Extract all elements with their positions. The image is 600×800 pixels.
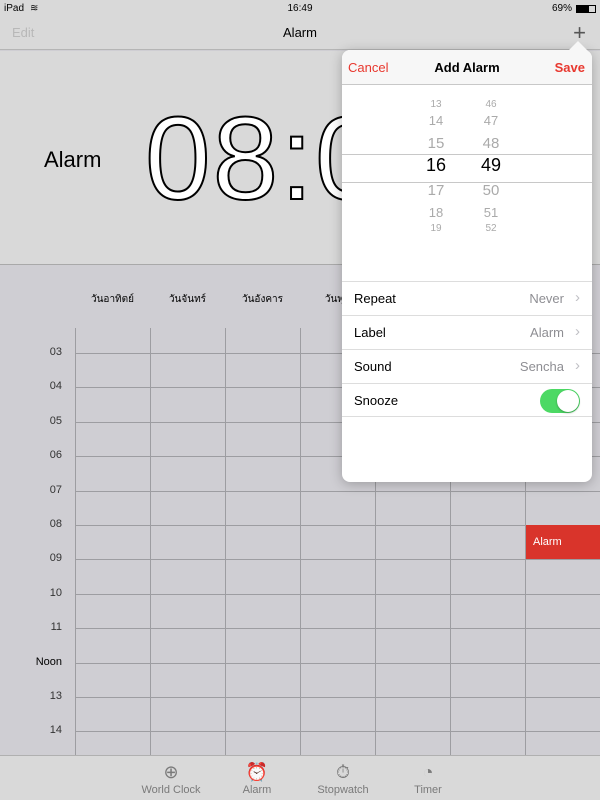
add-alarm-popover: Cancel Add Alarm Save 13 14 15 16 17 18 19 46 4… [342,41,592,482]
timer-icon: ◔ [422,762,434,782]
picker-value: 13 [430,99,442,110]
hour-line [75,559,600,561]
chevron-right-icon: › [575,357,580,374]
page-title: Alarm [283,25,317,40]
snooze-row: Snooze [342,383,592,417]
status-bar: iPad ≋ 16:49 69% [0,0,600,18]
tab-alarm[interactable]: ⏰ Alarm [217,760,297,796]
chevron-right-icon: › [575,289,580,306]
hour-line [75,490,600,492]
picker-value: 17 [427,182,445,199]
hour-line [75,593,600,595]
alarm-label: Alarm [44,147,102,172]
picker-value: 52 [485,223,497,234]
tab-label: World Clock [141,784,201,796]
label-row[interactable]: Label Alarm › [342,315,592,349]
picker-value: 15 [427,135,445,152]
hour-label: 13 [49,690,62,702]
tab-world-clock[interactable]: ⊕ World Clock [131,760,211,796]
day-header: วันจันทร์ [168,294,207,305]
globe-icon: ⊕ [163,762,179,782]
day-column-line [75,328,76,755]
hour-label: 03 [49,346,62,358]
tab-bar: ⊕ World Clock ⏰ Alarm ⏱ Stopwatch ◔ Timer [0,755,600,800]
day-header: วันอาทิตย์ [90,294,135,305]
hour-label: 11 [50,621,62,634]
battery-icon [576,5,596,13]
picker-value: 46 [485,99,497,110]
alarm-clock-icon: ⏰ [245,762,269,782]
row-value: Alarm [530,325,564,340]
status-time: 16:49 [287,3,313,14]
day-column-line [150,328,151,755]
battery-percent: 69% [551,3,572,14]
hour-label: 05 [49,414,62,427]
hour-line [75,628,600,630]
chevron-right-icon: › [575,323,580,340]
picker-value: 50 [482,182,500,199]
hour-label: 10 [49,586,62,599]
picker-value: 19 [430,223,442,234]
picker-value: 18 [428,205,444,220]
tab-label: Timer [414,784,442,796]
hour-line [75,662,600,664]
nav-bar: Edit Alarm + [0,18,600,50]
hour-label: 14 [49,724,62,737]
popover-header: Cancel Add Alarm Save [342,50,592,85]
sound-row[interactable]: Sound Sencha › [342,349,592,383]
picker-value: 49 [480,155,502,175]
hour-label: 06 [49,449,62,462]
hour-line [75,731,600,733]
time-picker[interactable]: 13 14 15 16 17 18 19 46 47 48 49 50 51 52 [342,85,592,245]
hour-label: Noon [35,655,62,668]
snooze-toggle[interactable] [540,389,580,413]
stopwatch-icon: ⏱ [335,762,351,782]
row-value: Sencha [519,359,564,374]
hour-label: 07 [49,483,62,496]
picker-value: 47 [483,113,499,128]
tab-stopwatch[interactable]: ⏱ Stopwatch [303,760,383,796]
row-label: Snooze [354,393,399,408]
hour-line [75,697,600,698]
repeat-row[interactable]: Repeat Never › [342,281,592,315]
picker-value: 51 [483,205,499,220]
hour-label: 04 [49,380,62,393]
tab-timer[interactable]: ◔ Timer [388,760,468,796]
hour-label: 08 [49,518,62,530]
row-label: Repeat [354,291,396,306]
day-header: วันอังคาร [241,294,283,305]
hour-label: 09 [49,552,62,565]
tab-label: Stopwatch [317,784,369,796]
alarm-event[interactable]: Alarm [526,525,600,559]
picker-selection-band [342,154,592,183]
tab-label: Alarm [242,784,272,796]
day-column-line [300,328,301,755]
save-button[interactable]: Save [555,60,585,75]
picker-value: 16 [425,155,447,175]
picker-value: 14 [428,113,444,128]
day-column-line [225,328,226,755]
picker-value: 48 [482,135,500,152]
hour-line [75,525,600,526]
row-label: Label [354,325,386,340]
row-value: Never [529,291,564,306]
row-label: Sound [354,359,392,374]
